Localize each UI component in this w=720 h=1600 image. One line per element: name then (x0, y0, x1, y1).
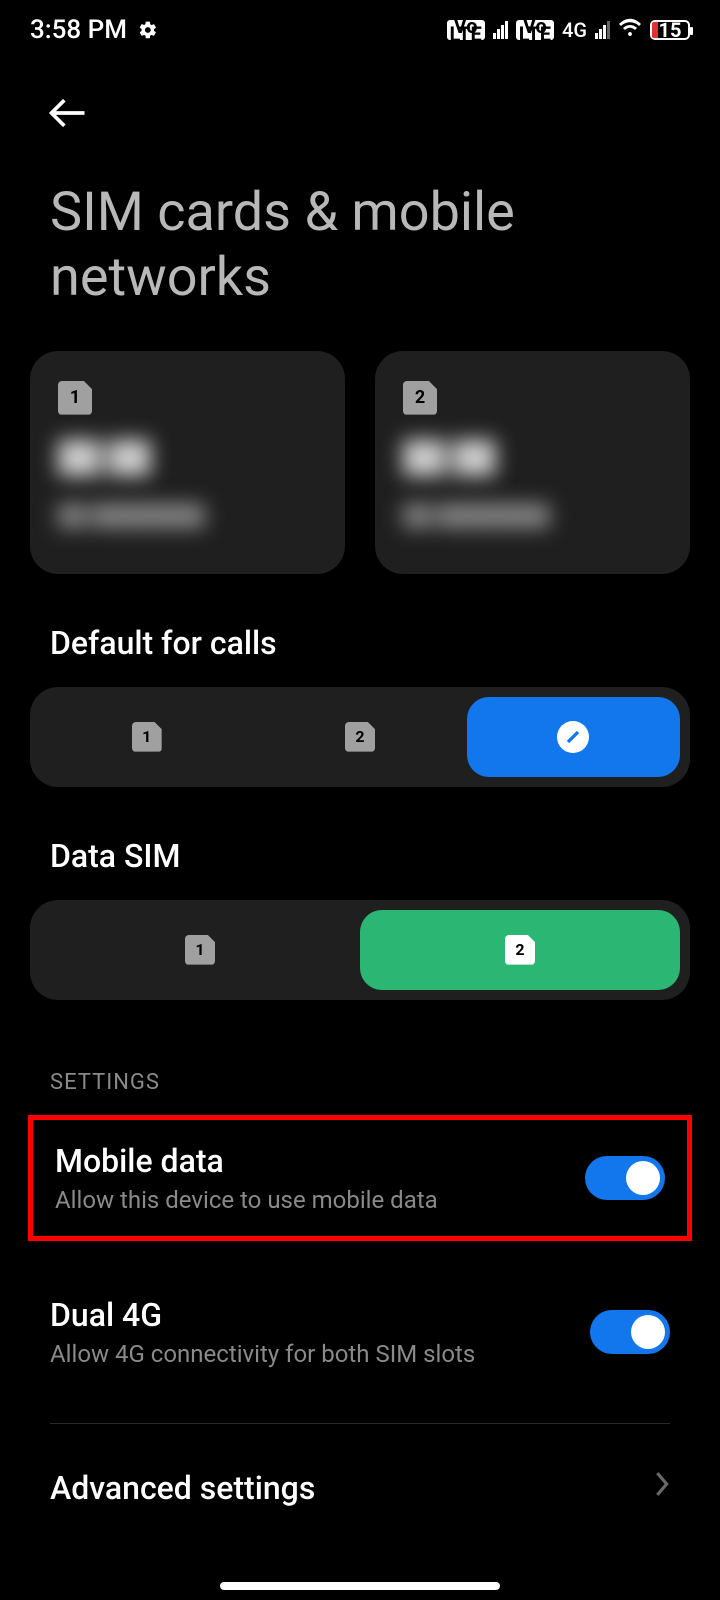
mobile-data-sub: Allow this device to use mobile data (55, 1186, 585, 1214)
advanced-settings-row[interactable]: Advanced settings (0, 1434, 720, 1542)
battery-level: 15 (652, 18, 688, 42)
chevron-right-icon (654, 1470, 670, 1505)
sim-card-1-number: ██ ████████ (58, 501, 317, 529)
sim-card-1-name: ██ ██ (58, 437, 317, 479)
dual-4g-toggle[interactable] (590, 1310, 670, 1354)
dual-4g-title: Dual 4G (50, 1296, 590, 1334)
data-sim-label: Data SIM (0, 787, 720, 900)
default-calls-label: Default for calls (0, 574, 720, 687)
default-calls-option-none[interactable] (467, 697, 680, 777)
not-allowed-icon (557, 721, 589, 753)
signal-icon-2 (595, 21, 610, 39)
sim-chip-icon: 1 (58, 381, 92, 415)
divider (50, 1423, 670, 1424)
sim-chip-icon: 1 (185, 935, 215, 965)
signal-icon-1 (493, 21, 508, 39)
settings-icon (137, 19, 159, 41)
sim-card-1[interactable]: 1 ██ ██ ██ ████████ (30, 351, 345, 574)
sim-chip-icon: 1 (132, 722, 162, 752)
data-sim-option-1[interactable]: 1 (40, 910, 360, 990)
status-bar: 3:58 PM VoLTE VoLTE 4G 15 (0, 0, 720, 60)
default-calls-option-1[interactable]: 1 (40, 697, 253, 777)
back-button[interactable] (40, 85, 96, 141)
data-sim-option-2[interactable]: 2 (360, 910, 680, 990)
advanced-settings-title: Advanced settings (50, 1469, 315, 1507)
network-type: 4G (562, 26, 587, 35)
default-calls-option-2[interactable]: 2 (253, 697, 466, 777)
mobile-data-highlight: Mobile data Allow this device to use mob… (28, 1115, 692, 1241)
mobile-data-title: Mobile data (55, 1142, 585, 1180)
settings-header: SETTINGS (0, 1000, 720, 1115)
sim-card-2-number: ██ ████████ (403, 501, 662, 529)
sim-card-2-name: ██ ██ (403, 437, 662, 479)
status-time: 3:58 PM (30, 15, 127, 45)
sim-chip-icon: 2 (345, 722, 375, 752)
sim-chip-icon: 2 (505, 935, 535, 965)
default-calls-segment: 1 2 (30, 687, 690, 787)
mobile-data-toggle[interactable] (585, 1156, 665, 1200)
dual-4g-row[interactable]: Dual 4G Allow 4G connectivity for both S… (0, 1271, 720, 1393)
home-indicator[interactable] (220, 1582, 500, 1590)
mobile-data-row[interactable]: Mobile data Allow this device to use mob… (33, 1120, 687, 1236)
sim-cards-row: 1 ██ ██ ██ ████████ 2 ██ ██ ██ ████████ (0, 351, 720, 574)
sim-card-2[interactable]: 2 ██ ██ ██ ████████ (375, 351, 690, 574)
volte-icon-1: VoLTE (447, 20, 485, 40)
sim-chip-icon: 2 (403, 381, 437, 415)
battery-icon: 15 (650, 20, 690, 40)
dual-4g-sub: Allow 4G connectivity for both SIM slots (50, 1340, 590, 1368)
page-title: SIM cards & mobile networks (0, 151, 720, 351)
volte-icon-2: VoLTE (516, 20, 554, 40)
data-sim-segment: 1 2 (30, 900, 690, 1000)
wifi-icon (618, 18, 642, 43)
